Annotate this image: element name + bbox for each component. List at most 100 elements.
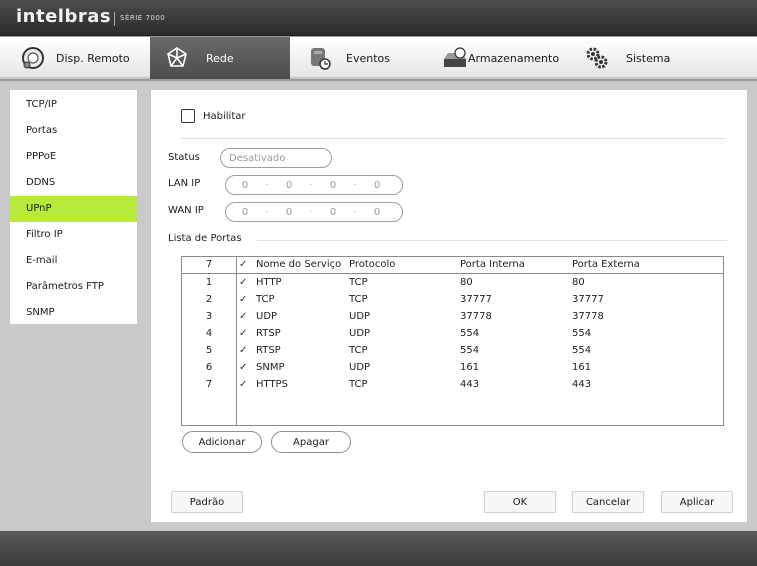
bottom-bar (0, 531, 757, 566)
internal-port: 37777 (460, 294, 492, 305)
nav-disp-remoto[interactable]: Disp. Remoto (0, 37, 150, 79)
service-name: TCP (256, 294, 275, 305)
table-row[interactable]: 5 ✓ RTSP TCP 554 554 (182, 343, 723, 360)
external-port: 37778 (572, 311, 604, 322)
col-protocol: Protocolo (349, 259, 396, 270)
nav-label: Armazenamento (468, 51, 560, 65)
enable-label: Habilitar (203, 110, 246, 122)
nav-armazenamento[interactable]: Armazenamento (430, 37, 570, 79)
row-check-icon[interactable]: ✓ (239, 277, 251, 288)
col-external-port: Porta Externa (572, 259, 640, 270)
brand-logo: intelbras (16, 6, 112, 27)
sidebar-item-ddns[interactable]: DDNS (10, 170, 137, 196)
service-name: RTSP (256, 328, 281, 339)
add-button[interactable]: Adicionar (182, 431, 262, 453)
col-internal-port: Porta Interna (460, 259, 525, 270)
row-check-icon[interactable]: ✓ (239, 379, 251, 390)
row-number: 2 (205, 294, 213, 305)
nav-label: Rede (206, 51, 234, 65)
nav-label: Sistema (626, 51, 671, 65)
service-name: HTTP (256, 277, 282, 288)
storage-icon (444, 47, 466, 67)
protocol: UDP (349, 362, 371, 373)
ports-table: 7 ✓ Nome do Serviço Protocolo Porta Inte… (181, 256, 724, 426)
ip-octet[interactable]: 0 (362, 180, 392, 191)
row-number: 4 (205, 328, 213, 339)
wan-ip-field[interactable]: 0 · 0 · 0 · 0 (225, 202, 403, 222)
protocol: TCP (349, 345, 368, 356)
ip-octet[interactable]: 0 (318, 207, 348, 218)
sidebar-item-upnp[interactable]: UPnP (10, 196, 137, 222)
enable-checkbox[interactable] (181, 109, 195, 123)
external-port: 80 (572, 277, 585, 288)
service-name: RTSP (256, 345, 281, 356)
ip-octet[interactable]: 0 (318, 180, 348, 191)
ports-list-title: Lista de Portas (168, 233, 242, 244)
sidebar-item-snmp[interactable]: SNMP (10, 300, 137, 326)
delete-button[interactable]: Apagar (271, 431, 351, 453)
wan-ip-label: WAN IP (168, 205, 204, 216)
row-check-icon[interactable]: ✓ (239, 362, 251, 373)
protocol: TCP (349, 379, 368, 390)
enable-checkbox-row[interactable]: Habilitar (181, 109, 246, 123)
row-check-icon[interactable]: ✓ (239, 345, 251, 356)
brand-divider (114, 12, 115, 26)
row-check-icon[interactable]: ✓ (239, 294, 251, 305)
ok-button[interactable]: OK (484, 491, 556, 513)
external-port: 37777 (572, 294, 604, 305)
external-port: 554 (572, 328, 592, 339)
nav-label: Eventos (346, 51, 390, 65)
select-all-check-icon[interactable]: ✓ (239, 259, 251, 270)
system-gears-icon (586, 47, 608, 69)
table-row[interactable]: 2 ✓ TCP TCP 37777 37777 (182, 292, 723, 309)
row-number: 6 (205, 362, 213, 373)
row-check-icon[interactable]: ✓ (239, 328, 251, 339)
sidebar-item-pppoe[interactable]: PPPoE (10, 144, 137, 170)
apply-button[interactable]: Aplicar (661, 491, 733, 513)
nav-eventos[interactable]: Eventos (290, 37, 430, 79)
ip-octet[interactable]: 0 (362, 207, 392, 218)
ip-octet[interactable]: 0 (230, 207, 260, 218)
table-row[interactable]: 3 ✓ UDP UDP 37778 37778 (182, 309, 723, 326)
nav-rede[interactable]: Rede (150, 37, 290, 79)
lan-ip-label: LAN IP (168, 178, 201, 189)
table-row[interactable]: 1 ✓ HTTP TCP 80 80 (182, 275, 723, 292)
sidebar-item-filtro-ip[interactable]: Filtro IP (10, 222, 137, 248)
status-label: Status (168, 152, 200, 163)
sidebar-item-ftp[interactable]: Parâmetros FTP (10, 274, 137, 300)
sidebar-item-email[interactable]: E-mail (10, 248, 137, 274)
sidebar-item-tcpip[interactable]: TCP/IP (10, 92, 137, 118)
lan-ip-field[interactable]: 0 · 0 · 0 · 0 (225, 175, 403, 195)
divider (257, 240, 727, 241)
table-row[interactable]: 7 ✓ HTTPS TCP 443 443 (182, 377, 723, 394)
internal-port: 37778 (460, 311, 492, 322)
protocol: TCP (349, 294, 368, 305)
nav-sistema[interactable]: Sistema (570, 37, 757, 79)
sidebar-item-portas[interactable]: Portas (10, 118, 137, 144)
default-button[interactable]: Padrão (171, 491, 243, 513)
internal-port: 161 (460, 362, 480, 373)
main-nav: Disp. Remoto Rede Eventos Armazenamento (0, 37, 757, 79)
events-icon (311, 48, 331, 70)
row-number: 7 (205, 379, 213, 390)
series-label: SÉRIE 7000 (120, 14, 166, 22)
cancel-button[interactable]: Cancelar (572, 491, 644, 513)
ip-octet[interactable]: 0 (274, 207, 304, 218)
ip-octet[interactable]: 0 (230, 180, 260, 191)
row-check-icon[interactable]: ✓ (239, 311, 251, 322)
ip-octet[interactable]: 0 (274, 180, 304, 191)
protocol: UDP (349, 311, 371, 322)
row-number: 3 (205, 311, 213, 322)
status-field: Desativado (220, 148, 332, 168)
external-port: 554 (572, 345, 592, 356)
row-number: 1 (205, 277, 213, 288)
table-row[interactable]: 6 ✓ SNMP UDP 161 161 (182, 360, 723, 377)
internal-port: 554 (460, 345, 480, 356)
network-icon (167, 47, 187, 67)
row-count: 7 (205, 259, 213, 270)
external-port: 443 (572, 379, 592, 390)
row-number: 5 (205, 345, 213, 356)
col-service: Nome do Serviço (256, 259, 342, 270)
table-row[interactable]: 4 ✓ RTSP UDP 554 554 (182, 326, 723, 343)
nav-label: Disp. Remoto (56, 51, 130, 65)
